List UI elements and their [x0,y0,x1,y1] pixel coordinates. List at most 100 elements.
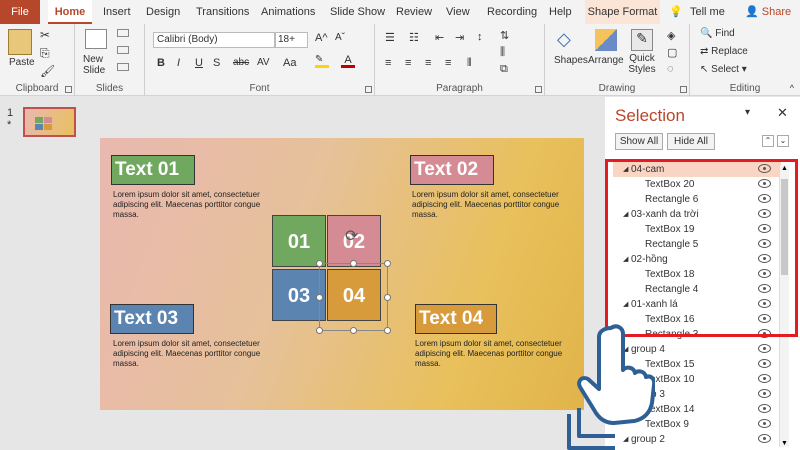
lorem-text-02[interactable]: Lorem ipsum dolor sit amet, consectetuer… [412,190,582,220]
paste-icon[interactable] [8,29,32,55]
arrange-button[interactable]: Arrange [588,55,624,66]
clipboard-launcher-icon[interactable] [65,86,72,93]
shape-effects-icon[interactable]: ◌ [667,63,674,75]
share-button[interactable]: 👤 Share [745,0,791,24]
text-direction-icon[interactable]: ⇅ [500,29,509,42]
title-text-02[interactable]: Text 02 [410,155,494,185]
italic-icon[interactable]: I [177,57,180,69]
tab-design[interactable]: Design [146,0,180,24]
tab-help[interactable]: Help [549,0,572,24]
section-icon[interactable] [117,63,129,71]
new-slide-icon[interactable] [85,29,107,49]
font-color-icon[interactable]: A [341,54,355,68]
title-text-03[interactable]: Text 03 [110,304,194,334]
resize-handle[interactable] [350,327,357,334]
tab-transitions[interactable]: Transitions [196,0,249,24]
send-backward-icon[interactable]: ⌄ [777,135,789,147]
arrange-icon[interactable] [595,29,617,51]
paragraph-launcher-icon[interactable] [535,86,542,93]
slide-thumbnail-1[interactable] [23,107,76,137]
resize-handle[interactable] [316,327,323,334]
highlight-icon[interactable]: ✎ [315,54,329,68]
tab-animations[interactable]: Animations [261,0,315,24]
resize-handle[interactable] [384,260,391,267]
line-spacing-icon[interactable]: ↕ [477,31,483,43]
slide-canvas[interactable]: Text 01 Lorem ipsum dolor sit amet, cons… [100,138,584,410]
eye-icon[interactable] [758,434,771,443]
pane-options-icon[interactable]: ▾ [745,107,750,118]
quick-styles-icon[interactable]: ✎ [631,29,653,51]
rotate-handle-icon[interactable]: ⟳ [345,226,358,246]
layout-icon[interactable] [117,29,129,37]
decrease-indent-icon[interactable]: ⇤ [435,31,444,44]
collapse-ribbon-icon[interactable]: ^ [790,83,794,93]
tab-shape-format[interactable]: Shape Format [585,0,660,24]
resize-handle[interactable] [384,294,391,301]
align-right-icon[interactable]: ≡ [425,57,431,69]
title-text-04[interactable]: Text 04 [415,304,497,334]
show-all-button[interactable]: Show All [615,133,663,150]
resize-handle[interactable] [316,260,323,267]
justify-icon[interactable]: ≡ [445,57,451,69]
replace-button[interactable]: ⇄ Replace [700,46,748,57]
paste-button[interactable]: Paste [9,57,35,68]
shape-fill-icon[interactable]: ◈ [667,29,675,42]
eye-icon[interactable] [758,374,771,383]
format-painter-icon[interactable]: 🖌 [40,64,55,78]
bold-icon[interactable]: B [157,57,165,69]
shadow-icon[interactable]: S [213,57,220,69]
char-spacing-icon[interactable]: AV [257,57,270,68]
change-case-icon[interactable]: Aa [283,57,296,69]
reset-icon[interactable] [117,46,129,54]
eye-icon[interactable] [758,419,771,428]
shapes-button[interactable]: Shapes [554,55,588,66]
copy-icon[interactable]: ⎘ [40,46,50,61]
align-center-icon[interactable]: ≡ [405,57,411,69]
eye-icon[interactable] [758,359,771,368]
shape-outline-icon[interactable]: ▢ [667,46,677,59]
bring-forward-icon[interactable]: ⌃ [762,135,774,147]
smartart-icon[interactable]: ⧉ [500,63,508,76]
title-text-01[interactable]: Text 01 [111,155,195,185]
tab-view[interactable]: View [446,0,470,24]
scroll-down-icon[interactable]: ▼ [781,440,788,447]
resize-handle[interactable] [316,294,323,301]
new-slide-button[interactable]: New Slide [83,54,113,76]
tab-review[interactable]: Review [396,0,432,24]
lorem-text-01[interactable]: Lorem ipsum dolor sit amet, consectetuer… [113,190,283,220]
find-button[interactable]: 🔍 Find [700,28,735,39]
tab-insert[interactable]: Insert [103,0,131,24]
tab-home[interactable]: Home [48,0,92,24]
font-size-select[interactable]: 18+ [275,32,308,48]
close-icon[interactable]: ✕ [777,105,788,121]
eye-icon[interactable] [758,344,771,353]
tab-file[interactable]: File [0,0,40,24]
align-left-icon[interactable]: ≡ [385,57,391,69]
lorem-text-03[interactable]: Lorem ipsum dolor sit amet, consectetuer… [113,339,283,369]
increase-indent-icon[interactable]: ⇥ [455,31,464,44]
cut-icon[interactable]: ✂ [40,28,50,42]
columns-icon[interactable]: ⫴ [467,57,472,70]
align-text-icon[interactable]: ⫼ [500,46,505,59]
resize-handle[interactable] [350,260,357,267]
underline-icon[interactable]: U [195,57,203,69]
decrease-font-icon[interactable]: Aˇ [335,32,345,43]
eye-icon[interactable] [758,404,771,413]
tab-slide-show[interactable]: Slide Show [330,0,385,24]
font-name-select[interactable]: Calibri (Body) [153,32,275,48]
drawing-launcher-icon[interactable] [680,86,687,93]
resize-handle[interactable] [384,327,391,334]
hide-all-button[interactable]: Hide All [667,133,715,150]
select-button[interactable]: ↖ Select ▾ [700,64,747,75]
font-launcher-icon[interactable] [365,86,372,93]
quick-styles-button[interactable]: Quick Styles [625,53,659,75]
numbering-icon[interactable]: ☷ [409,31,419,44]
tab-recording[interactable]: Recording [487,0,537,24]
eye-icon[interactable] [758,389,771,398]
increase-font-icon[interactable]: A^ [315,32,328,44]
strikethrough-icon[interactable]: abc [233,57,249,68]
editing-group: 🔍 Find ⇄ Replace ↖ Select ▾ Editing ^ [690,24,800,96]
shapes-icon[interactable]: ◇ [557,29,581,51]
tell-me-search[interactable]: Tell me [690,0,725,24]
bullets-icon[interactable]: ☰ [385,31,395,44]
